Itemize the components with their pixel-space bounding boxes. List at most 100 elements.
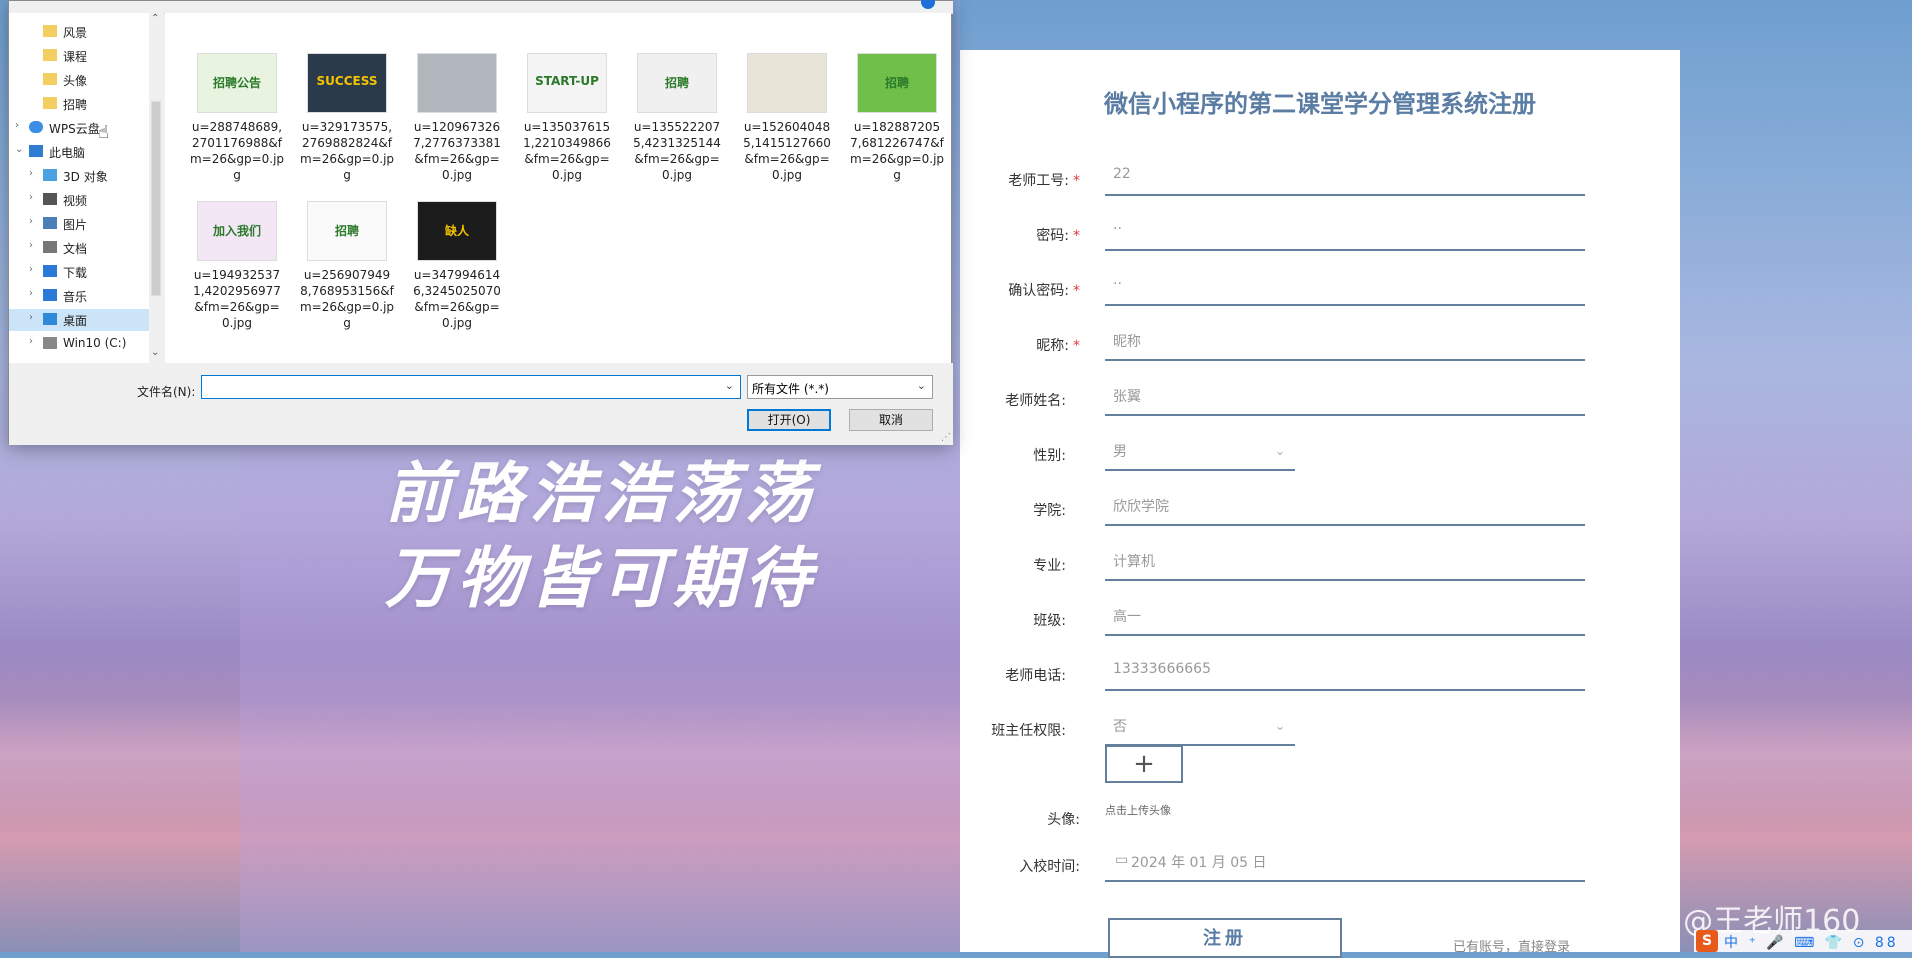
- image-thumbnail: 招聘: [307, 201, 387, 261]
- login-link[interactable]: 已有账号，直接登录: [1453, 936, 1570, 955]
- expand-arrow-icon[interactable]: ›: [29, 264, 33, 275]
- avatar-upload-hint: 点击上传头像: [1105, 804, 1171, 817]
- scroll-up-icon[interactable]: ⌃: [151, 13, 159, 24]
- ime-tray[interactable]: S 中 ⁺ 🎤 ⌨ 👕 ⊙ 88: [1694, 930, 1912, 952]
- nav-item[interactable]: 课程: [9, 45, 149, 67]
- chevron-down-icon: ⌄: [1274, 719, 1285, 733]
- thumbnail-caption: 招聘: [664, 76, 689, 90]
- nav-item-label: 此电脑: [49, 146, 86, 160]
- filetype-value: 所有文件 (*.*): [752, 382, 829, 396]
- required-mark: *: [1073, 173, 1080, 189]
- expand-arrow-icon[interactable]: ›: [29, 312, 33, 323]
- nav-item-label: 下载: [63, 266, 88, 280]
- image-thumbnail: 招聘公告: [197, 53, 277, 113]
- thumbnail-caption: 招聘: [884, 76, 909, 90]
- file-name: u=1355222075,4231325144&fm=26&gp=0.jpg: [633, 120, 721, 182]
- expand-arrow-icon[interactable]: ›: [29, 240, 33, 251]
- field-value: 欣欣学院: [1113, 499, 1169, 515]
- dialog-bottom-bar: 文件名(N): ⌄ 所有文件 (*.*) ⌄ 打开(O) 取消 ⋰: [9, 363, 953, 445]
- file-list: 招聘公告 u=288748689,2701176988&fm=26&gp=0.jp…: [165, 13, 951, 363]
- calendar-icon: ▭: [1115, 852, 1129, 868]
- open-button[interactable]: 打开(O): [747, 409, 831, 431]
- field-label: 班级:: [1033, 613, 1066, 629]
- nav-item[interactable]: › 3D 对象: [9, 165, 149, 187]
- enroll-date-label: 入校时间:: [1019, 859, 1080, 875]
- nav-item-label: WPS云盘: [49, 122, 100, 136]
- thumbnail-caption: 缺人: [444, 224, 469, 238]
- thumbnail-caption: 招聘公告: [212, 76, 261, 90]
- filename-input[interactable]: ⌄: [201, 375, 741, 399]
- image-thumbnail: [417, 53, 497, 113]
- filename-label: 文件名(N):: [137, 385, 196, 399]
- thumbnail-caption: 加入我们: [212, 224, 261, 238]
- expand-arrow-icon[interactable]: ›: [29, 192, 33, 203]
- field-label: 班主任权限:: [991, 723, 1066, 739]
- input-field[interactable]: ··: [1105, 270, 1585, 306]
- file-name: u=1828872057,681226747&fm=26&gp=0.jpg: [849, 120, 945, 182]
- enroll-date-picker[interactable]: ▭ 2024 年 01 月 05 日: [1105, 846, 1585, 882]
- field-value: 计算机: [1113, 554, 1155, 570]
- input-field[interactable]: 昵称: [1105, 325, 1585, 361]
- register-button[interactable]: 注册: [1108, 918, 1342, 958]
- folder-icon: [43, 25, 57, 37]
- nav-item[interactable]: › 音乐: [9, 285, 149, 307]
- nav-item[interactable]: › 文档: [9, 237, 149, 259]
- chevron-down-icon[interactable]: ⌄: [725, 379, 734, 392]
- expand-arrow-icon[interactable]: ›: [29, 336, 33, 347]
- nav-item[interactable]: 风景: [9, 21, 149, 43]
- image-thumbnail: 加入我们: [197, 201, 277, 261]
- nav-item[interactable]: › 下载: [9, 261, 149, 283]
- required-mark: *: [1073, 228, 1080, 244]
- expand-arrow-icon[interactable]: ›: [29, 288, 33, 299]
- nav-item-label: 视频: [63, 194, 88, 208]
- field-value: 张翼: [1113, 389, 1141, 405]
- expand-arrow-icon[interactable]: ›: [29, 216, 33, 227]
- chevron-down-icon: ⌄: [916, 379, 926, 392]
- nav-item[interactable]: › 桌面: [9, 309, 149, 331]
- input-field[interactable]: 欣欣学院: [1105, 490, 1585, 526]
- nav-item[interactable]: 招聘: [9, 93, 149, 115]
- avatar-label: 头像:: [1047, 812, 1080, 828]
- image-thumbnail: [747, 53, 827, 113]
- scroll-down-icon[interactable]: ⌄: [151, 347, 159, 358]
- input-field[interactable]: 高一: [1105, 600, 1585, 636]
- filetype-select[interactable]: 所有文件 (*.*) ⌄: [747, 375, 933, 399]
- avatar-upload-button[interactable]: +: [1105, 745, 1183, 783]
- file-name: u=1350376151,2210349866&fm=26&gp=0.jpg: [523, 120, 611, 182]
- field-label: 密码: *: [1036, 228, 1080, 244]
- nav-item[interactable]: › 视频: [9, 189, 149, 211]
- file-name: u=2569079498,768953156&fm=26&gp=0.jpg: [299, 268, 395, 330]
- nav-item[interactable]: › 图片: [9, 213, 149, 235]
- select-field[interactable]: 男 ⌄: [1105, 435, 1295, 471]
- sogou-logo-icon: S: [1696, 930, 1718, 952]
- field-label: 专业:: [1033, 558, 1066, 574]
- nav-item[interactable]: ⌄ 此电脑: [9, 141, 149, 163]
- input-field[interactable]: 张翼: [1105, 380, 1585, 416]
- image-thumbnail: SUCCESS: [307, 53, 387, 113]
- cancel-button[interactable]: 取消: [849, 409, 933, 431]
- pc-icon: [29, 145, 43, 157]
- doc-icon: [43, 241, 57, 253]
- expand-arrow-icon[interactable]: ⌄: [15, 144, 23, 155]
- nav-item[interactable]: › WPS云盘: [9, 117, 149, 139]
- input-field[interactable]: 计算机: [1105, 545, 1585, 581]
- expand-arrow-icon[interactable]: ›: [29, 168, 33, 179]
- select-field[interactable]: 否 ⌄: [1105, 710, 1295, 746]
- slogan-line-2: 万物皆可期待: [385, 540, 817, 617]
- navigation-scrollbar[interactable]: ⌃ ⌄: [149, 13, 163, 363]
- image-thumbnail: 招聘: [637, 53, 717, 113]
- input-field[interactable]: ··: [1105, 215, 1585, 251]
- enroll-date-value: 2024 年 01 月 05 日: [1131, 855, 1267, 871]
- scroll-thumb[interactable]: [151, 101, 161, 296]
- nav-item[interactable]: 头像: [9, 69, 149, 91]
- input-field[interactable]: 22: [1105, 160, 1585, 196]
- nav-item[interactable]: › Win10 (C:): [9, 333, 149, 355]
- navigation-pane: 风景 课程 头像 招聘 › WPS云盘 ⌄ 此电脑 › 3D 对象 › 视频 › 图片 › 文档 › 下载 › 音乐 ›…: [9, 13, 161, 363]
- required-mark: *: [1073, 338, 1080, 354]
- input-field[interactable]: 13333666665: [1105, 655, 1585, 691]
- resize-grip-icon[interactable]: ⋰: [941, 432, 951, 443]
- field-value: 22: [1113, 166, 1131, 182]
- video-icon: [43, 193, 57, 205]
- expand-arrow-icon[interactable]: ›: [15, 120, 19, 131]
- field-label: 昵称: *: [1036, 338, 1080, 354]
